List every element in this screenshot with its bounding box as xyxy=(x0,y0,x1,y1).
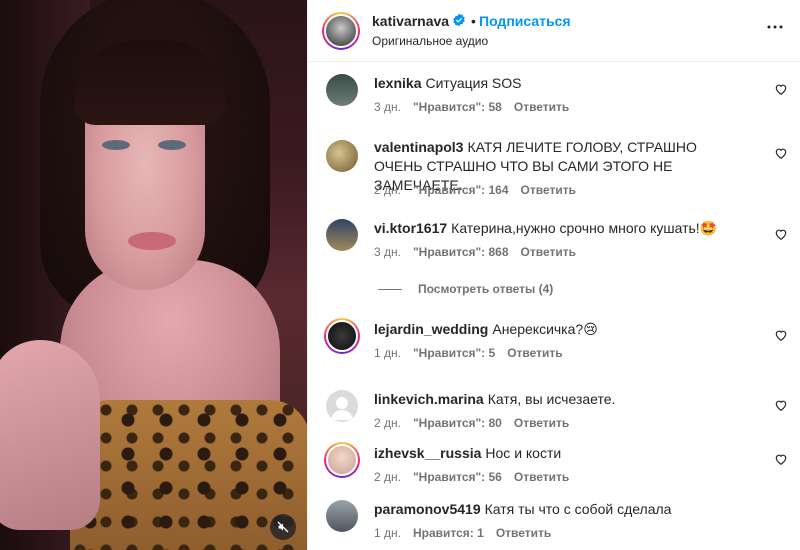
comment-avatar[interactable] xyxy=(326,74,358,106)
post-header: kativarnava • Подписаться Оригинальное а… xyxy=(308,0,800,62)
reply-button[interactable]: Ответить xyxy=(514,100,569,114)
muted-speaker-icon xyxy=(277,521,289,533)
comment-username[interactable]: valentinapol3 xyxy=(374,139,463,155)
comment-likes[interactable]: "Нравится": 5 xyxy=(413,346,495,360)
comment-avatar[interactable] xyxy=(326,390,358,422)
comment-body: linkevich.marina Катя, вы исчезаете. xyxy=(374,390,744,409)
comment-time[interactable]: 2 дн. xyxy=(374,470,401,484)
reply-button[interactable]: Ответить xyxy=(514,470,569,484)
comment-text: Нос и кости xyxy=(485,445,562,461)
comment-time[interactable]: 2 дн. xyxy=(374,416,401,430)
heart-icon[interactable] xyxy=(774,146,788,160)
comment-text: Анерексичка?😢 xyxy=(492,321,598,337)
comment-avatar[interactable] xyxy=(326,500,358,532)
comment-body: lejardin_wedding Анерексичка?😢 xyxy=(374,320,744,339)
comment-body: paramonov5419 Катя ты что с собой сделала xyxy=(374,500,744,519)
heart-icon[interactable] xyxy=(774,82,788,96)
comment-body: izhevsk__russia Нос и кости xyxy=(374,444,744,463)
comment-text: Катя ты что с собой сделала xyxy=(484,501,672,517)
comment-avatar[interactable] xyxy=(326,219,358,251)
comment-username[interactable]: vi.ktor1617 xyxy=(374,220,447,236)
comment-body: lexnika Ситуация SOS xyxy=(374,74,744,93)
media-eye-left xyxy=(102,140,130,150)
comment-likes[interactable]: "Нравится": 868 xyxy=(413,245,509,259)
heart-icon[interactable] xyxy=(774,328,788,342)
reply-button[interactable]: Ответить xyxy=(521,183,576,197)
reply-button[interactable]: Ответить xyxy=(496,526,551,540)
view-replies-label: Посмотреть ответы (4) xyxy=(418,282,554,296)
mute-button[interactable] xyxy=(270,514,296,540)
comment-meta: 1 дн. "Нравится": 5 Ответить xyxy=(374,346,575,360)
comment-username[interactable]: linkevich.marina xyxy=(374,391,484,407)
comment-username[interactable]: lejardin_wedding xyxy=(374,321,488,337)
comment-username[interactable]: lexnika xyxy=(374,75,421,91)
comment-username[interactable]: izhevsk__russia xyxy=(374,445,481,461)
reply-button[interactable]: Ответить xyxy=(521,245,576,259)
comment-time[interactable]: 3 дн. xyxy=(374,245,401,259)
comment-meta: 3 дн. "Нравится": 868 Ответить xyxy=(374,245,588,259)
comment-likes[interactable]: "Нравится": 164 xyxy=(413,183,509,197)
comment-meta: 1 дн. Нравится: 1 Ответить xyxy=(374,526,563,540)
media-lips xyxy=(128,232,176,250)
heart-icon[interactable] xyxy=(774,452,788,466)
follow-button[interactable]: Подписаться xyxy=(479,13,571,29)
comment-time[interactable]: 1 дн. xyxy=(374,526,401,540)
default-avatar-icon xyxy=(331,397,353,420)
header-separator: • xyxy=(471,13,476,29)
comments-panel: kativarnava • Подписаться Оригинальное а… xyxy=(307,0,800,550)
comment-avatar[interactable] xyxy=(324,318,360,354)
comment-text: Ситуация SOS xyxy=(425,75,522,91)
comment-text: Катя, вы исчезаете. xyxy=(487,391,616,407)
comment-likes[interactable]: "Нравится": 80 xyxy=(413,416,502,430)
reply-button[interactable]: Ответить xyxy=(507,346,562,360)
view-replies-button[interactable]: Посмотреть ответы (4) xyxy=(378,282,553,296)
comment-avatar[interactable] xyxy=(326,140,358,172)
comment-likes[interactable]: Нравится: 1 xyxy=(413,526,484,540)
comment-meta: 2 дн. "Нравится": 80 Ответить xyxy=(374,416,581,430)
media-hand-shape xyxy=(0,340,100,530)
comment-time[interactable]: 3 дн. xyxy=(374,100,401,114)
author-username[interactable]: kativarnava xyxy=(372,13,449,29)
replies-divider-line xyxy=(378,289,402,291)
comment-body: vi.ktor1617 Катерина,нужно срочно много к… xyxy=(374,219,744,238)
post-media[interactable] xyxy=(0,0,307,550)
more-options-icon[interactable] xyxy=(766,18,784,36)
comment-avatar[interactable] xyxy=(324,442,360,478)
original-audio-link[interactable]: Оригинальное аудио xyxy=(372,34,488,48)
comment-meta: 2 дн. "Нравится": 164 Ответить xyxy=(374,183,588,197)
author-avatar[interactable] xyxy=(322,12,360,50)
heart-icon[interactable] xyxy=(774,227,788,241)
comment-meta: 2 дн. "Нравится": 56 Ответить xyxy=(374,470,581,484)
comment-likes[interactable]: "Нравится": 58 xyxy=(413,100,502,114)
comment-time[interactable]: 2 дн. xyxy=(374,183,401,197)
verified-badge-icon xyxy=(453,13,465,27)
reply-button[interactable]: Ответить xyxy=(514,416,569,430)
comment-text: Катерина,нужно срочно много кушать!🤩 xyxy=(451,220,718,236)
comment-username[interactable]: paramonov5419 xyxy=(374,501,481,517)
comment-time[interactable]: 1 дн. xyxy=(374,346,401,360)
heart-icon[interactable] xyxy=(774,398,788,412)
comment-meta: 3 дн. "Нравится": 58 Ответить xyxy=(374,100,581,114)
comment-likes[interactable]: "Нравится": 56 xyxy=(413,470,502,484)
media-eye-right xyxy=(158,140,186,150)
media-bangs-shape xyxy=(75,40,225,125)
